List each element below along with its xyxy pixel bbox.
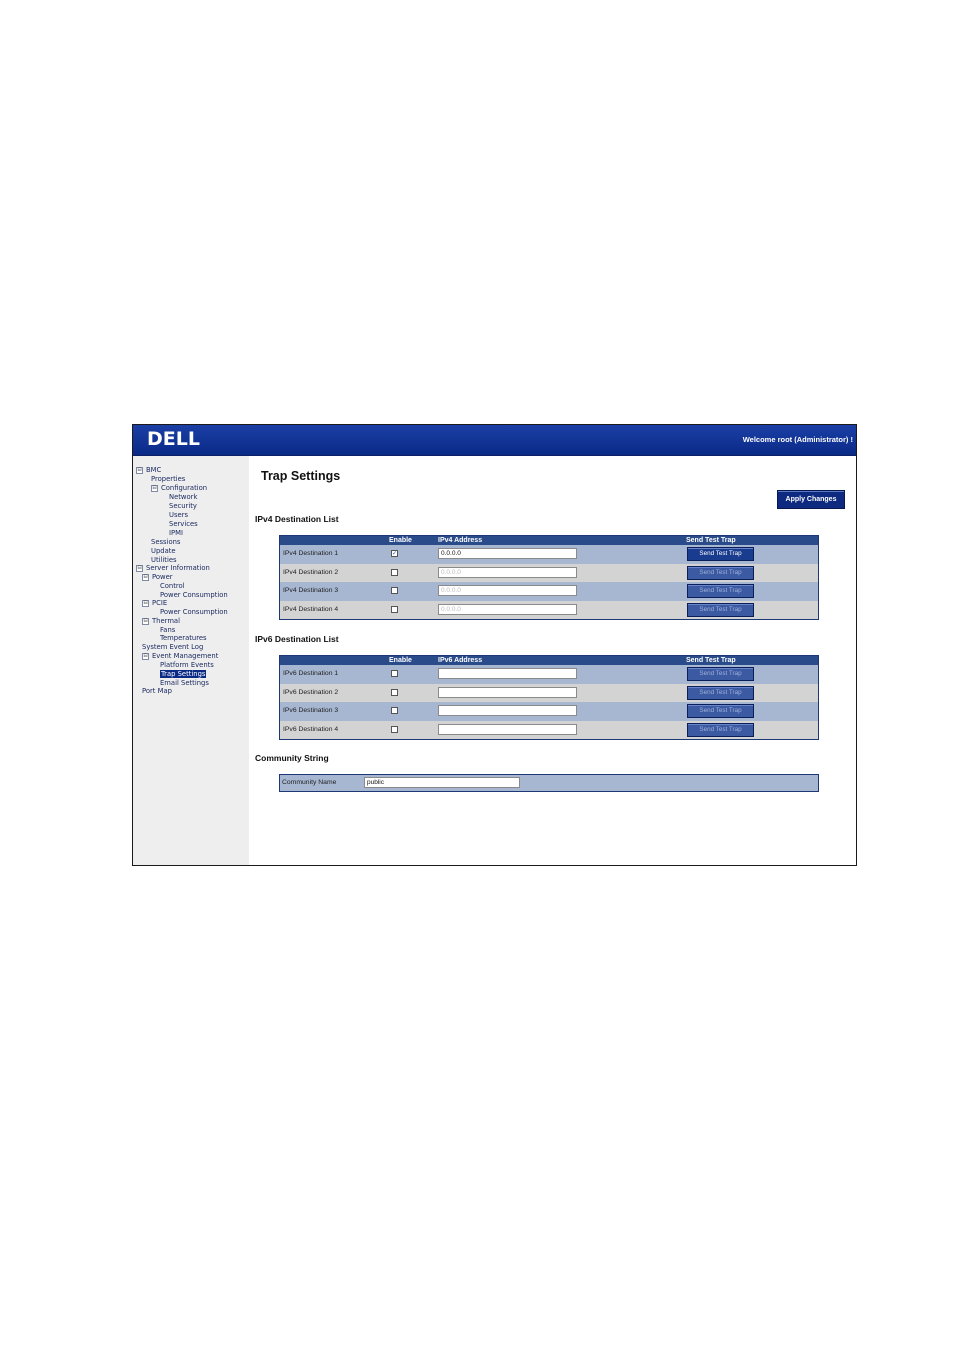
tree-item-pcie-power-consumption[interactable]: Power Consumption: [160, 608, 228, 616]
ipv6-address-input[interactable]: [438, 668, 577, 679]
ipv4-address-input[interactable]: 0.0.0.0: [438, 548, 577, 559]
community-name-label: Community Name: [282, 779, 337, 786]
row-label: IPv6 Destination 3: [283, 707, 339, 714]
nav-tree: ⊟ BMC Properties ⊟ Configuration Network S…: [133, 456, 249, 865]
table-header: Enable IPv6 Address Send Test Trap: [280, 656, 818, 665]
tree-item-port-map[interactable]: Port Map: [142, 687, 172, 695]
ipv4-address-input[interactable]: 0.0.0.0: [438, 603, 577, 615]
row-label: IPv6 Destination 4: [283, 725, 339, 733]
enable-checkbox[interactable]: [391, 605, 398, 613]
col-send-test-trap: Send Test Trap: [686, 657, 736, 664]
tree-item-users[interactable]: Users: [169, 511, 188, 519]
tree-item-configuration[interactable]: ⊟ Configuration: [151, 484, 207, 492]
table-row: IPv6 Destination 4 Send Test Trap: [280, 720, 818, 739]
row-label: IPv4 Destination 3: [283, 587, 339, 594]
enable-checkbox[interactable]: [391, 725, 398, 733]
enable-checkbox[interactable]: [391, 688, 398, 696]
tree-item-event-management[interactable]: ⊟ Event Management: [142, 652, 218, 660]
content-area: Trap Settings Apply Changes IPv4 Destina…: [250, 456, 856, 865]
tree-item-power[interactable]: ⊟ Power: [142, 573, 173, 581]
table-row: IPv6 Destination 2 Send Test Trap: [280, 683, 818, 702]
ipv6-address-input[interactable]: [438, 705, 577, 716]
enable-checkbox[interactable]: [391, 670, 398, 677]
tree-item-network[interactable]: Network: [169, 493, 197, 501]
tree-item-platform-events[interactable]: Platform Events: [160, 661, 214, 669]
send-test-trap-button[interactable]: Send Test Trap: [687, 722, 754, 737]
send-test-trap-button[interactable]: Send Test Trap: [687, 704, 754, 718]
ipv6-address-input[interactable]: [438, 723, 577, 735]
col-send-test-trap: Send Test Trap: [686, 537, 736, 544]
ipv4-section-title: IPv4 Destination List: [255, 514, 339, 524]
ipv6-address-input[interactable]: [438, 686, 577, 698]
tree-item-properties[interactable]: Properties: [151, 475, 185, 483]
tree-item-trap-settings[interactable]: Trap Settings: [160, 670, 207, 678]
collapse-icon[interactable]: ⊟: [136, 564, 143, 572]
send-test-trap-button[interactable]: Send Test Trap: [687, 565, 754, 580]
ipv6-destination-table: Enable IPv6 Address Send Test Trap IPv6 …: [279, 655, 819, 740]
table-row: IPv6 Destination 3 Send Test Trap: [280, 702, 818, 721]
collapse-icon[interactable]: ⊟: [142, 573, 149, 581]
row-label: IPv6 Destination 1: [283, 670, 339, 677]
table-row: IPv4 Destination 3 0.0.0.0 Send Test Tra…: [280, 582, 818, 601]
ipv4-address-input[interactable]: 0.0.0.0: [438, 566, 577, 578]
ipv4-address-input[interactable]: 0.0.0.0: [438, 585, 577, 596]
row-label: IPv4 Destination 2: [283, 568, 339, 576]
table-row: IPv4 Destination 2 0.0.0.0 Send Test Tra…: [280, 563, 818, 582]
table-row: IPv4 Destination 4 0.0.0.0 Send Test Tra…: [280, 600, 818, 619]
send-test-trap-button[interactable]: Send Test Trap: [687, 547, 754, 561]
top-banner: DELL Welcome root (Administrator) !: [133, 425, 856, 456]
tree-item-utilities[interactable]: Utilities: [151, 556, 177, 564]
tree-item-pcie[interactable]: ⊟ PCIE: [142, 599, 167, 607]
community-name-input[interactable]: public: [364, 777, 520, 788]
apply-changes-button[interactable]: Apply Changes: [777, 490, 845, 509]
tree-item-thermal[interactable]: ⊟ Thermal: [142, 617, 180, 625]
table-header: Enable IPv4 Address Send Test Trap: [280, 536, 818, 545]
tree-item-sessions[interactable]: Sessions: [151, 538, 180, 546]
enable-checkbox[interactable]: [391, 568, 398, 576]
ipv4-destination-table: Enable IPv4 Address Send Test Trap IPv4 …: [279, 535, 819, 620]
tree-item-power-consumption[interactable]: Power Consumption: [160, 591, 228, 599]
send-test-trap-button[interactable]: Send Test Trap: [687, 602, 754, 617]
tree-item-system-event-log[interactable]: System Event Log: [142, 643, 203, 651]
tree-item-services[interactable]: Services: [169, 520, 198, 528]
collapse-icon[interactable]: ⊟: [151, 484, 158, 492]
community-string-row: Community Name public: [279, 774, 819, 792]
collapse-icon[interactable]: ⊟: [142, 617, 149, 625]
enable-checkbox[interactable]: ✓: [391, 550, 398, 557]
col-enable: Enable: [389, 537, 412, 544]
collapse-icon[interactable]: ⊟: [142, 652, 149, 660]
browser-frame: DELL Welcome root (Administrator) ! ⊟ BMC…: [132, 424, 857, 866]
ipv6-section-title: IPv6 Destination List: [255, 634, 339, 644]
tree-item-server-information[interactable]: ⊟ Server Information: [136, 564, 210, 572]
enable-checkbox[interactable]: [391, 587, 398, 594]
tree-item-update[interactable]: Update: [151, 547, 176, 555]
col-ipv4-address: IPv4 Address: [438, 537, 483, 544]
row-label: IPv6 Destination 2: [283, 688, 339, 696]
row-label: IPv4 Destination 4: [283, 605, 339, 613]
tree-item-control[interactable]: Control: [160, 582, 185, 590]
welcome-message: Welcome root (Administrator) !: [742, 435, 853, 444]
send-test-trap-button[interactable]: Send Test Trap: [687, 667, 754, 681]
tree-item-temperatures[interactable]: Temperatures: [160, 634, 207, 642]
send-test-trap-button[interactable]: Send Test Trap: [687, 584, 754, 598]
tree-item-ipmi[interactable]: IPMI: [169, 529, 183, 537]
row-label: IPv4 Destination 1: [283, 550, 339, 557]
tree-item-fans[interactable]: Fans: [160, 626, 175, 634]
tree-item-email-settings[interactable]: Email Settings: [160, 679, 209, 687]
collapse-icon[interactable]: ⊟: [136, 466, 143, 474]
page-title: Trap Settings: [261, 469, 341, 483]
tree-item-security[interactable]: Security: [169, 502, 197, 510]
send-test-trap-button[interactable]: Send Test Trap: [687, 685, 754, 700]
table-row: IPv4 Destination 1 ✓ 0.0.0.0 Send Test T…: [280, 545, 818, 564]
col-ipv6-address: IPv6 Address: [438, 657, 483, 664]
col-enable: Enable: [389, 657, 412, 664]
dell-logo: DELL: [147, 428, 200, 450]
community-section-title: Community String: [255, 753, 329, 763]
table-row: IPv6 Destination 1 Send Test Trap: [280, 665, 818, 684]
enable-checkbox[interactable]: [391, 707, 398, 714]
collapse-icon[interactable]: ⊟: [142, 599, 149, 607]
tree-item-bmc[interactable]: ⊟ BMC: [136, 466, 161, 474]
